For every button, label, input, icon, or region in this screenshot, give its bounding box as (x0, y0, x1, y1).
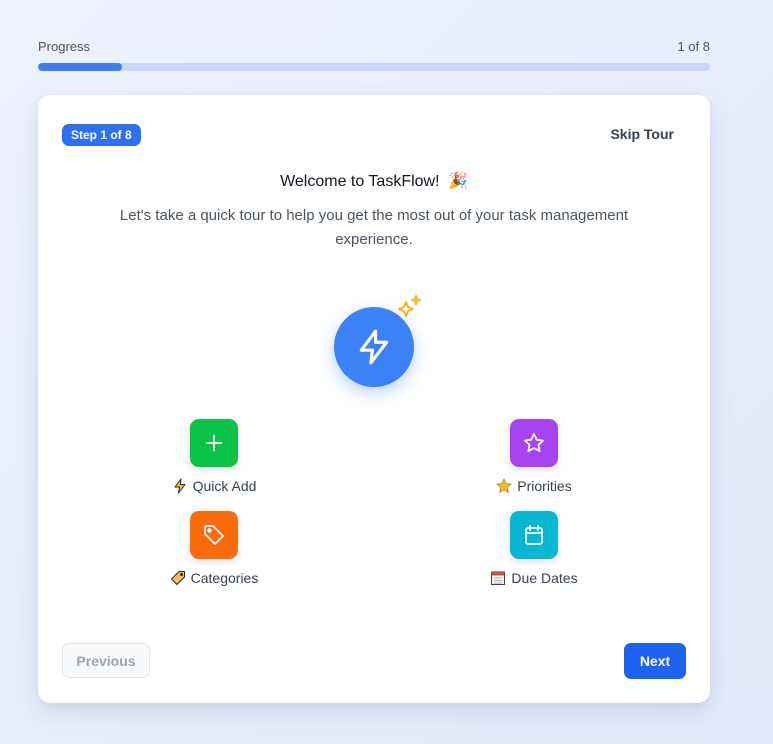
feature-icon-box (190, 419, 238, 467)
progress-section: Progress 1 of 8 (38, 38, 710, 71)
plus-icon (205, 434, 223, 452)
feature-icon-box (190, 511, 238, 559)
calendar-icon (525, 525, 543, 545)
feature-label: Due Dates (511, 570, 578, 586)
feature-quick-add: Quick Add (114, 419, 314, 494)
tag-emoji-icon (170, 571, 185, 585)
feature-label-row: Priorities (434, 478, 634, 494)
tour-title-text: Welcome to TaskFlow! (280, 173, 440, 190)
lightning-icon (359, 329, 389, 365)
feature-categories: Categories (114, 511, 314, 586)
step-badge: Step 1 of 8 (62, 124, 141, 146)
tour-subtitle: Let's take a quick tour to help you get … (119, 207, 629, 248)
tour-card: Step 1 of 8 Skip Tour Welcome to TaskFlo… (38, 95, 710, 703)
feature-label-row: Due Dates (434, 570, 634, 586)
lightning-emoji-icon (174, 478, 186, 494)
feature-priorities: Priorities (434, 419, 634, 494)
previous-button[interactable]: Previous (62, 643, 150, 678)
tag-icon (204, 525, 224, 545)
feature-label-row: Categories (114, 570, 314, 586)
sparkle-icon (398, 295, 421, 317)
skip-tour-button[interactable]: Skip Tour (610, 126, 674, 142)
progress-counter: 1 of 8 (677, 38, 710, 54)
next-button[interactable]: Next (624, 643, 686, 679)
party-popper-icon: 🎉 (448, 173, 468, 190)
feature-label: Categories (190, 570, 259, 586)
feature-icon-box (510, 419, 558, 467)
feature-label-row: Quick Add (114, 478, 314, 494)
feature-due-dates: Due Dates (434, 511, 634, 586)
progress-label: Progress (38, 38, 91, 54)
progress-bar (38, 63, 710, 71)
progress-labels: Progress 1 of 8 (38, 38, 710, 54)
tour-title: Welcome to TaskFlow! 🎉 (38, 171, 710, 191)
feature-icon-box (510, 511, 558, 559)
star-icon (524, 433, 544, 452)
feature-label: Quick Add (192, 478, 257, 494)
star-emoji-icon (496, 478, 512, 493)
feature-label: Priorities (517, 478, 572, 494)
progress-bar-fill (38, 63, 122, 71)
calendar-emoji-icon (491, 571, 506, 585)
